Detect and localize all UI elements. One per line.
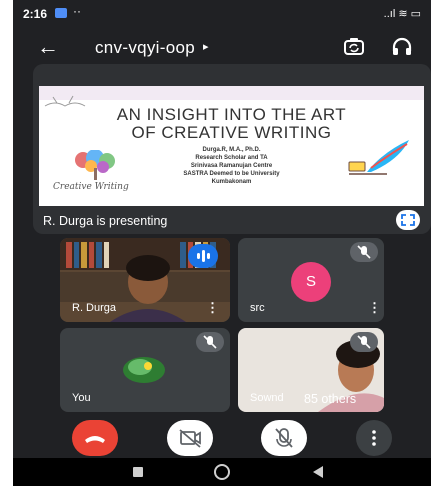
mic-off-icon: [196, 332, 224, 352]
shared-slide: AN INSIGHT INTO THE ART OF CREATIVE WRIT…: [39, 86, 424, 206]
meeting-details-caret[interactable]: ▸: [203, 40, 209, 53]
status-dots: ··: [73, 4, 81, 18]
more-vertical-icon: [372, 430, 376, 446]
participant-name: Sownd: [250, 392, 284, 404]
participant-tile[interactable]: Sownd 85 others: [238, 328, 384, 412]
mic-toggle-button[interactable]: [261, 420, 307, 456]
slide-script-word: Creative Writing: [53, 182, 129, 192]
meeting-code[interactable]: cnv-vqyi-oop: [95, 38, 195, 58]
home-icon[interactable]: [214, 464, 230, 480]
fullscreen-button[interactable]: [396, 210, 420, 230]
presenting-label: R. Durga is presenting: [43, 214, 168, 228]
slide-header-band: [39, 86, 424, 100]
mic-off-icon: [275, 428, 293, 448]
participant-name: src: [250, 302, 265, 314]
status-bar: 2:16 ·· ..ıl ≋ ▭: [13, 0, 431, 26]
status-time: 2:16: [23, 7, 48, 21]
tree-illustration: [75, 150, 115, 180]
app-bar: ← cnv-vqyi-oop ▸: [13, 30, 431, 66]
more-options-icon[interactable]: ⋮: [206, 300, 219, 316]
self-tile[interactable]: You: [60, 328, 230, 412]
status-icons: ..ıl ≋ ▭: [383, 8, 421, 20]
presentation-tile[interactable]: AN INSIGHT INTO THE ART OF CREATIVE WRIT…: [33, 64, 431, 234]
more-options-icon[interactable]: ⋮: [368, 300, 381, 316]
others-count[interactable]: 85 others: [304, 392, 356, 406]
back-nav-icon[interactable]: [313, 466, 323, 478]
camera-flip-icon[interactable]: [343, 37, 365, 57]
quill-illustration: [348, 140, 409, 175]
recents-icon[interactable]: [133, 467, 143, 477]
more-options-button[interactable]: [356, 420, 392, 456]
back-arrow-icon[interactable]: ←: [37, 34, 59, 60]
slide-title: AN INSIGHT INTO THE ART OF CREATIVE WRIT…: [116, 105, 347, 142]
video-off-icon: [179, 429, 201, 448]
speaking-indicator-icon: [188, 244, 218, 268]
mic-off-icon: [350, 242, 378, 262]
participant-name: R. Durga: [72, 302, 117, 314]
mic-off-icon: [350, 332, 378, 352]
end-call-button[interactable]: [72, 420, 118, 456]
notification-icon: [55, 8, 67, 18]
avatar: S: [291, 262, 331, 302]
participant-tile[interactable]: R. Durga ⋮: [60, 238, 230, 322]
slide-author-block: Durga.R, M.A., Ph.D. Research Scholar an…: [183, 147, 280, 185]
participant-tile[interactable]: S src ⋮: [238, 238, 384, 322]
meet-screen: 2:16 ·· ..ıl ≋ ▭ ← cnv-vqyi-oop ▸ AN INS…: [13, 0, 431, 486]
participant-name: You: [72, 392, 91, 404]
camera-toggle-button[interactable]: [167, 420, 213, 456]
headphones-icon[interactable]: [391, 37, 413, 57]
avatar: [123, 357, 165, 383]
android-nav-bar: [13, 458, 431, 486]
